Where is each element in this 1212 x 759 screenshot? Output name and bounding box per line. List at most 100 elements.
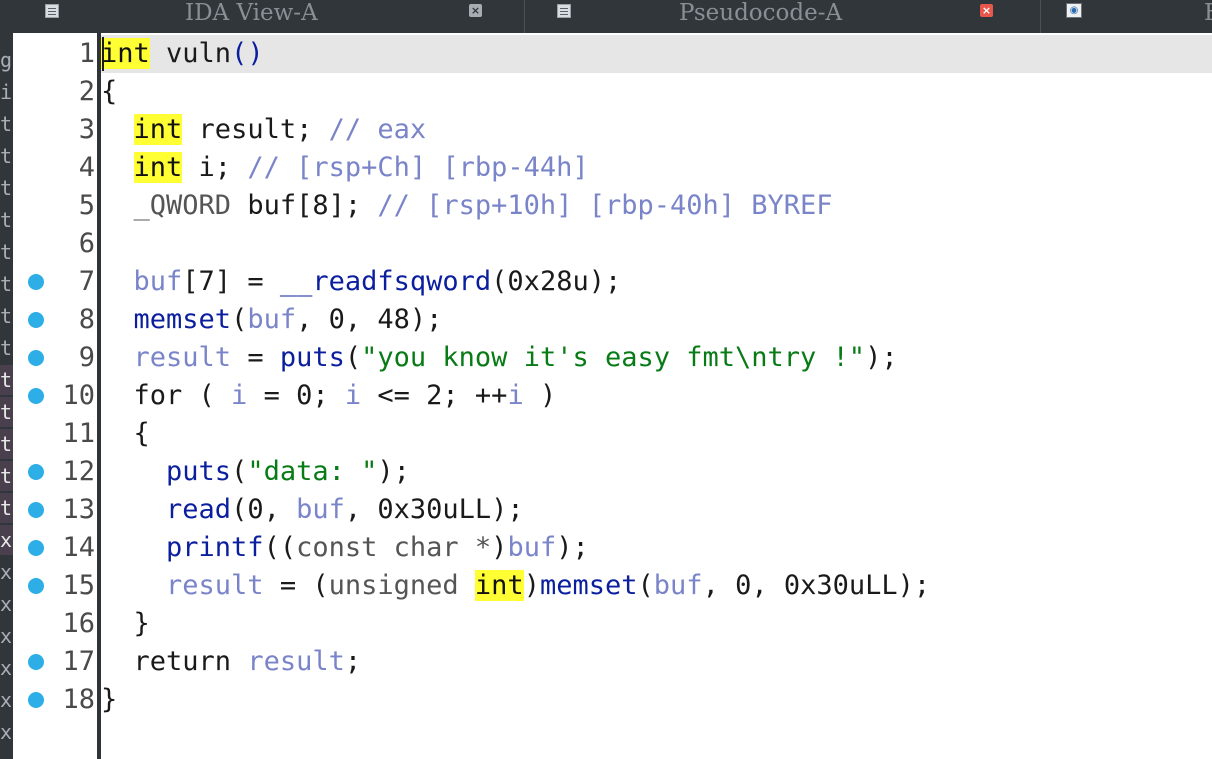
tab-overflow-label: F — [1204, 0, 1212, 26]
code-token: = 0; — [247, 380, 345, 411]
code-token: for ( — [101, 380, 232, 411]
line-number: 9 — [78, 342, 95, 373]
code-line[interactable]: return result; — [101, 643, 1212, 681]
tab-ida-view-label: IDA View-A — [185, 0, 318, 26]
line-number-gutter: 1 2 3 4 5 6 7 8 9 10 11 12 13 14 15 16 17 18 — [13, 33, 97, 759]
code-line[interactable]: { — [101, 73, 1212, 111]
code-token: _QWORD — [133, 190, 232, 221]
breakpoint-dot-icon[interactable] — [28, 502, 44, 518]
code-line[interactable]: int result; // eax — [101, 111, 1212, 149]
code-token: int — [133, 114, 183, 145]
code-token: { — [101, 418, 150, 449]
tab-separator — [1040, 0, 1041, 33]
code-token: puts — [166, 456, 232, 487]
breakpoint-dot-icon[interactable] — [28, 654, 44, 670]
code-token: ( — [231, 456, 248, 487]
code-token: (( — [263, 532, 297, 563]
line-number: 3 — [78, 114, 95, 145]
code-token: buf — [507, 532, 557, 563]
code-token: buf — [296, 494, 345, 525]
code-token: result; — [182, 114, 329, 145]
code-token: return — [101, 646, 248, 677]
code-token: result — [166, 570, 264, 601]
code-line[interactable] — [101, 225, 1212, 263]
code-token: <= 2; ++ — [361, 380, 508, 411]
strip-char: t — [0, 176, 13, 200]
breakpoint-dot-icon[interactable] — [28, 388, 44, 404]
code-token: } — [101, 684, 118, 715]
code-token: // [rsp+10h] [rbp-40h] BYREF — [377, 190, 833, 221]
tab-pseudocode[interactable]: Pseudocode-A × — [525, 0, 1010, 33]
breakpoint-dot-icon[interactable] — [28, 578, 44, 594]
code-token: ; — [344, 646, 362, 677]
code-token: memset — [133, 304, 232, 335]
code-token: (0x28u); — [491, 266, 622, 297]
code-line[interactable]: _QWORD buf[8]; // [rsp+10h] [rbp-40h] BY… — [101, 187, 1212, 225]
tab-ida-view[interactable]: IDA View-A × — [0, 0, 500, 33]
code-token: ) — [523, 380, 557, 411]
code-token: buf — [653, 570, 703, 601]
code-line[interactable]: buf[7] = __readfsqword(0x28u); — [101, 263, 1212, 301]
code-line[interactable]: puts("data: "); — [101, 453, 1212, 491]
hex-view-icon[interactable]: ◉ — [1066, 3, 1082, 18]
code-line[interactable]: { — [101, 415, 1212, 453]
breakpoint-dot-icon[interactable] — [28, 540, 44, 556]
strip-char: x — [0, 656, 13, 680]
line-number: 4 — [78, 152, 95, 183]
code-token: ( — [344, 342, 362, 373]
code-line[interactable]: printf((const char *)buf); — [101, 529, 1212, 567]
code-token: result — [247, 646, 345, 677]
line-number: 16 — [62, 608, 95, 639]
breakpoint-dot-icon[interactable] — [28, 274, 44, 290]
adjacent-pane-strip: gitttttttttttttxxxxxxx — [0, 33, 13, 759]
code-line[interactable]: for ( i = 0; i <= 2; ++i ) — [101, 377, 1212, 415]
code-token: } — [101, 608, 150, 639]
code-line[interactable]: int i; // [rsp+Ch] [rbp-44h] — [101, 149, 1212, 187]
code-token: i — [507, 380, 524, 411]
code-token: , 0, 48); — [296, 304, 443, 335]
line-number: 18 — [62, 684, 95, 715]
breakpoint-dot-icon[interactable] — [28, 464, 44, 480]
code-line[interactable]: result = (unsigned int)memset(buf, 0, 0x… — [101, 567, 1212, 605]
code-line[interactable]: int vuln() — [101, 35, 1212, 73]
line-number: 15 — [62, 570, 95, 601]
code-token: ( — [637, 570, 654, 601]
close-icon[interactable]: × — [980, 4, 993, 17]
code-token: buf — [247, 304, 297, 335]
code-token: [7] = — [182, 266, 280, 297]
breakpoint-dot-icon[interactable] — [28, 312, 44, 328]
code-line[interactable]: result = puts("you know it's easy fmt\nt… — [101, 339, 1212, 377]
pseudocode-editor[interactable]: int vuln(){ int result; // eax int i; //… — [101, 33, 1212, 759]
tab-overflow[interactable]: F — [1190, 0, 1212, 33]
strip-char: x — [0, 592, 13, 616]
code-line[interactable]: } — [101, 681, 1212, 719]
strip-char: t — [0, 397, 13, 427]
strip-char: g — [0, 48, 13, 72]
strip-char: t — [0, 208, 13, 232]
code-token: int — [474, 570, 524, 601]
breakpoint-dot-icon[interactable] — [28, 692, 44, 708]
strip-char: t — [0, 336, 13, 360]
code-token: printf — [166, 532, 264, 563]
code-token: ); — [556, 532, 589, 563]
code-token: , 0x30uLL); — [344, 494, 524, 525]
strip-char: t — [0, 304, 13, 328]
line-number: 1 — [78, 38, 95, 69]
code-token: __readfsqword — [279, 266, 492, 297]
code-line[interactable]: memset(buf, 0, 48); — [101, 301, 1212, 339]
code-token: ); — [865, 342, 898, 373]
strip-char: t — [0, 112, 13, 136]
strip-char: t — [0, 272, 13, 296]
code-line[interactable]: } — [101, 605, 1212, 643]
close-icon[interactable]: × — [469, 4, 482, 17]
code-line[interactable]: read(0, buf, 0x30uLL); — [101, 491, 1212, 529]
code-token: "data: " — [247, 456, 378, 487]
breakpoint-dot-icon[interactable] — [28, 350, 44, 366]
code-token: "you know it's easy fmt\ntry !" — [361, 342, 866, 373]
